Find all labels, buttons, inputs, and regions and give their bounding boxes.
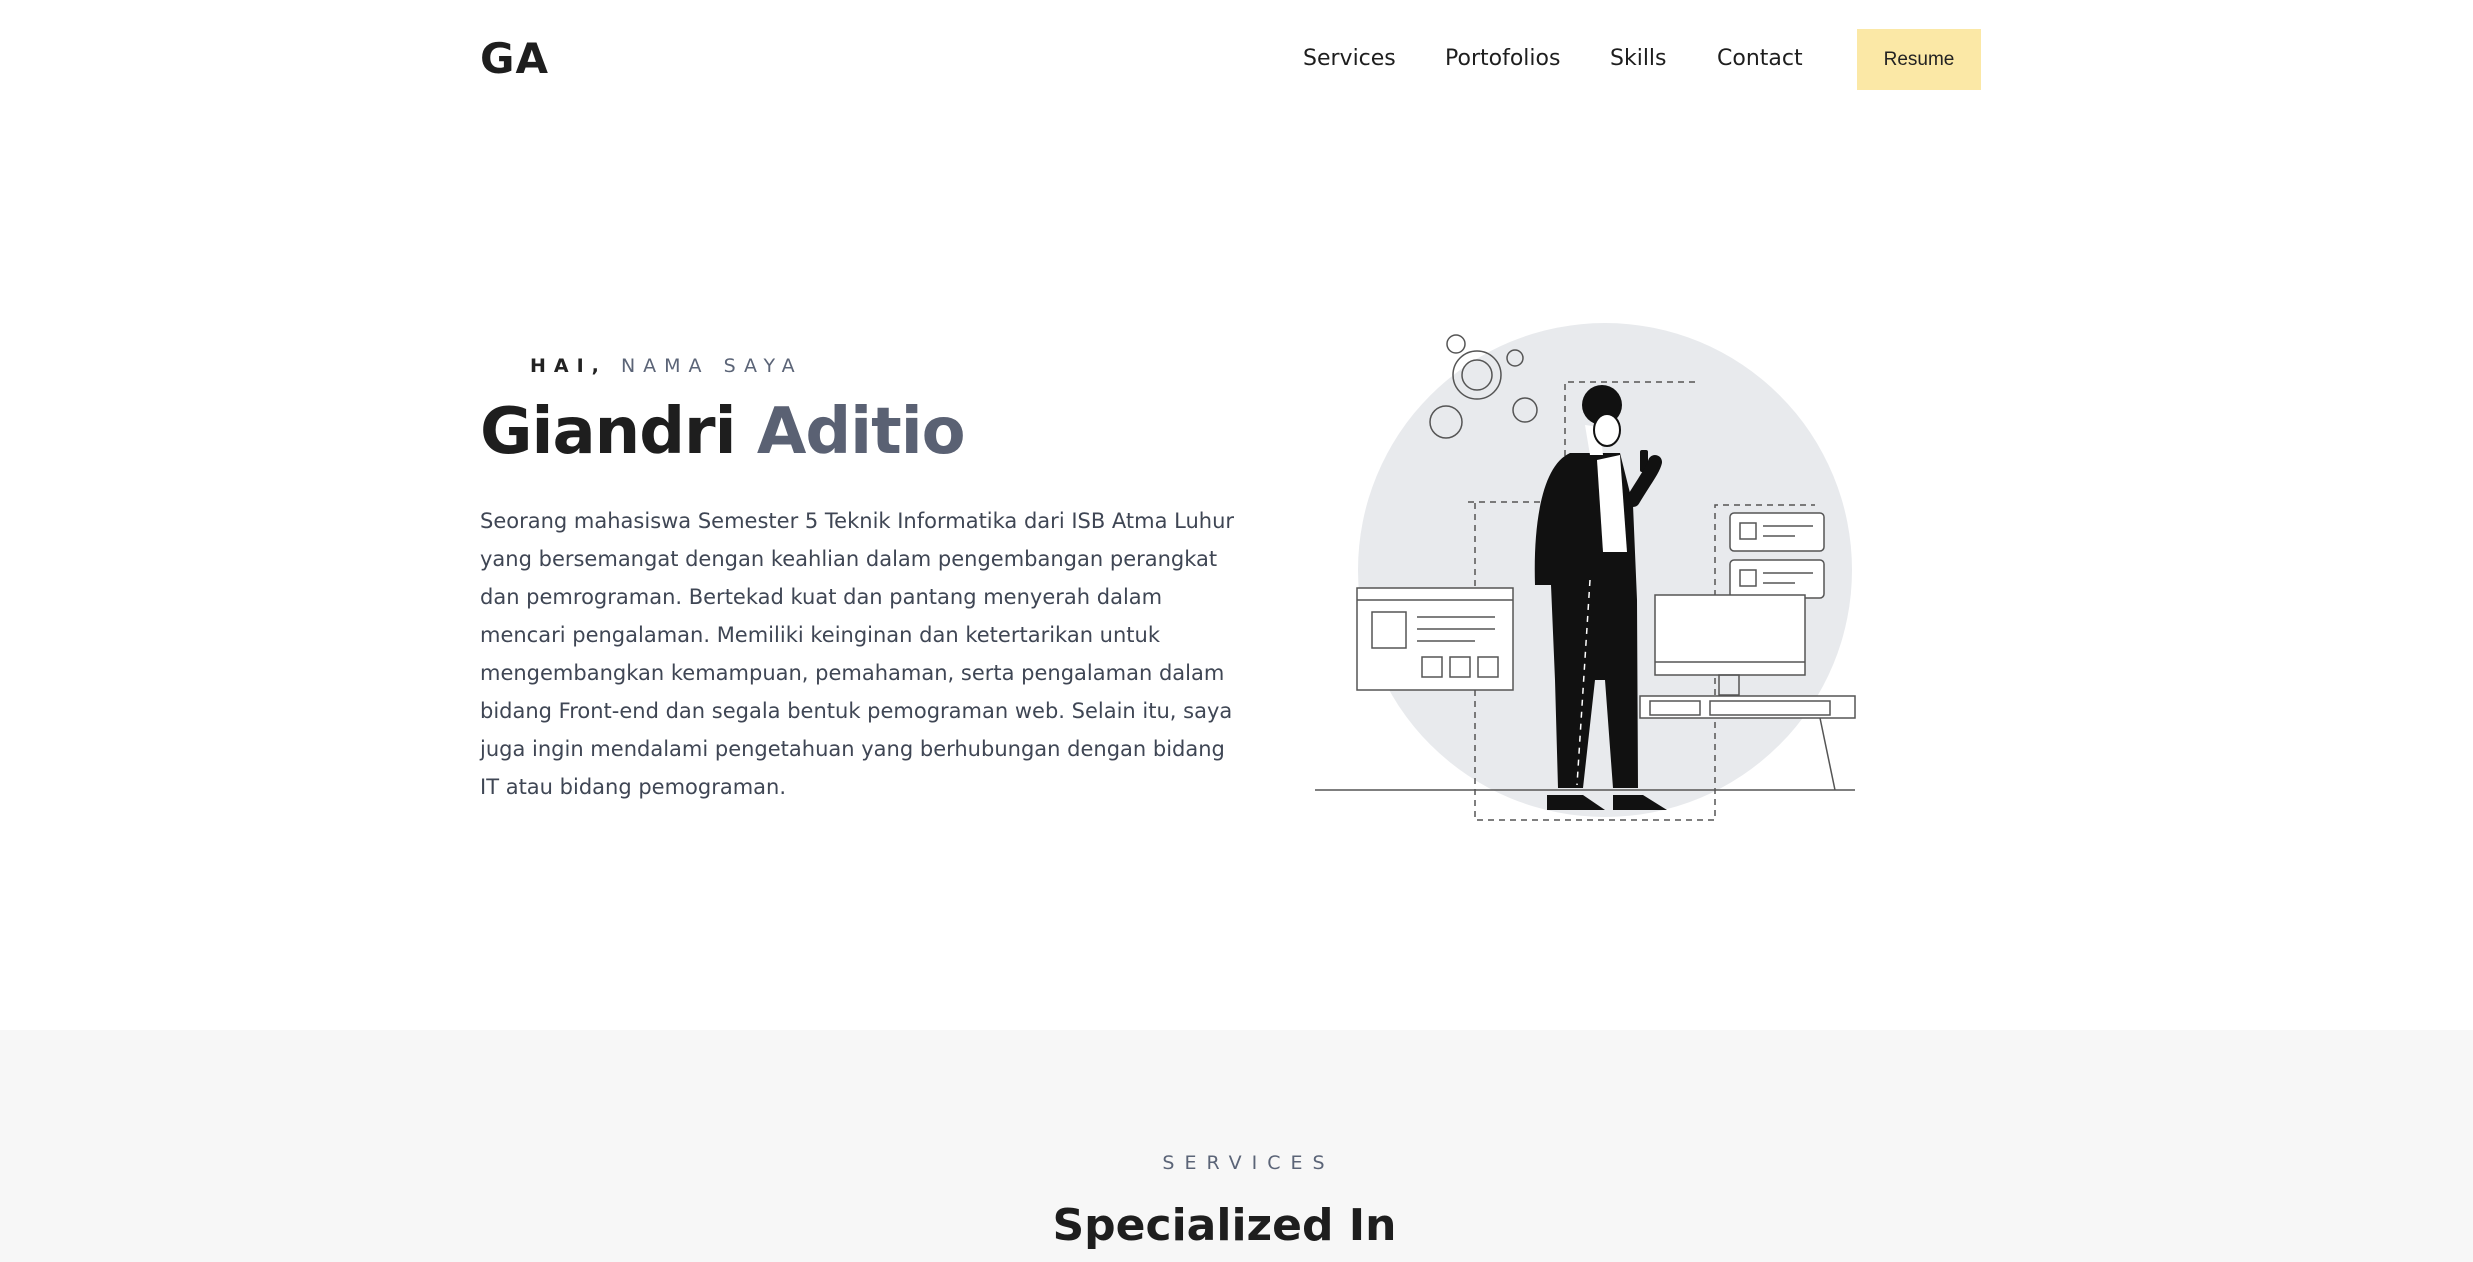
hero-description: Seorang mahasiswa Semester 5 Teknik Info… <box>480 509 1235 799</box>
developer-illustration-icon <box>1315 323 1856 821</box>
services-label: SERVICES <box>1162 1152 1335 1174</box>
hero-section: HAI, NAMA SAYA Giandri Aditio Seorang ma… <box>0 120 2473 1030</box>
nav-contact[interactable]: Contact <box>1717 46 1803 71</box>
hero-name-first: Giandri <box>480 395 737 469</box>
resume-button[interactable]: Resume <box>1857 29 1981 90</box>
services-section: SERVICES Specialized In <box>0 1030 2473 1262</box>
nav-services[interactable]: Services <box>1303 46 1396 71</box>
greeting-nama-saya: NAMA SAYA <box>620 355 803 377</box>
site-logo[interactable]: GA <box>480 34 549 83</box>
hero-greeting: HAI, NAMA SAYA <box>530 355 803 377</box>
navbar: GA Services Portofolios Skills Contact R… <box>0 0 2473 120</box>
nav-portofolios[interactable]: Portofolios <box>1445 46 1560 71</box>
services-title: Specialized In <box>1052 1200 1397 1251</box>
nav-skills[interactable]: Skills <box>1610 46 1667 71</box>
greeting-hai: HAI, <box>530 355 607 377</box>
hero-name-last: Aditio <box>756 395 966 469</box>
hero-name: Giandri Aditio <box>480 395 966 469</box>
